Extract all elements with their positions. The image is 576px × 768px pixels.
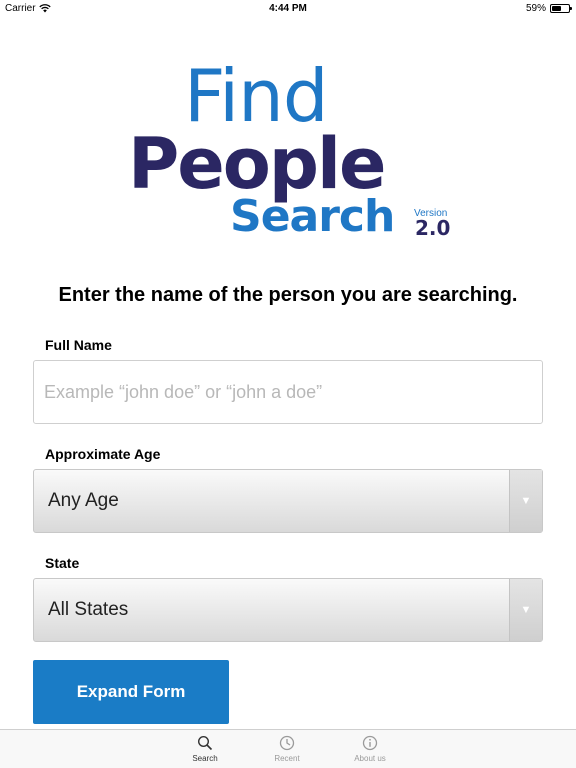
age-select[interactable]: Any Age ▼ bbox=[33, 469, 543, 533]
tab-label-search: Search bbox=[192, 754, 218, 763]
search-icon bbox=[197, 735, 213, 751]
clock-icon bbox=[279, 735, 295, 751]
full-name-label: Full Name bbox=[45, 337, 112, 353]
battery-percent: 59% bbox=[525, 3, 546, 14]
logo-version-number: 2.0 bbox=[415, 216, 451, 240]
screen: Carrier 4:44 PM 59% Find People Search V… bbox=[0, 0, 576, 768]
chevron-down-icon: ▼ bbox=[509, 470, 542, 532]
status-bar: Carrier 4:44 PM 59% bbox=[0, 0, 576, 18]
tab-search[interactable]: Search bbox=[170, 730, 240, 768]
tab-about[interactable]: About us bbox=[335, 730, 405, 768]
status-time: 4:44 PM bbox=[269, 3, 307, 14]
state-select-value: All States bbox=[48, 599, 129, 620]
info-icon bbox=[362, 735, 378, 751]
battery-tip bbox=[570, 7, 572, 10]
state-label: State bbox=[45, 555, 80, 571]
full-name-input[interactable] bbox=[33, 360, 543, 424]
form-headline: Enter the name of the person you are sea… bbox=[58, 284, 518, 306]
app-logo: Find People Search Version 2.0 bbox=[0, 56, 576, 246]
logo-search: Search bbox=[230, 191, 395, 242]
tab-bar: Search Recent About us bbox=[0, 729, 576, 768]
battery-icon bbox=[550, 4, 572, 13]
status-right: 59% bbox=[525, 3, 572, 14]
state-select[interactable]: All States ▼ bbox=[33, 578, 543, 642]
tab-label-recent: Recent bbox=[274, 754, 300, 763]
tab-label-about: About us bbox=[354, 754, 386, 763]
expand-form-button[interactable]: Expand Form bbox=[33, 660, 229, 724]
battery-level bbox=[552, 6, 561, 11]
age-label: Approximate Age bbox=[45, 446, 161, 462]
tab-recent[interactable]: Recent bbox=[252, 730, 322, 768]
age-select-value: Any Age bbox=[48, 490, 119, 511]
chevron-down-icon: ▼ bbox=[509, 579, 542, 641]
